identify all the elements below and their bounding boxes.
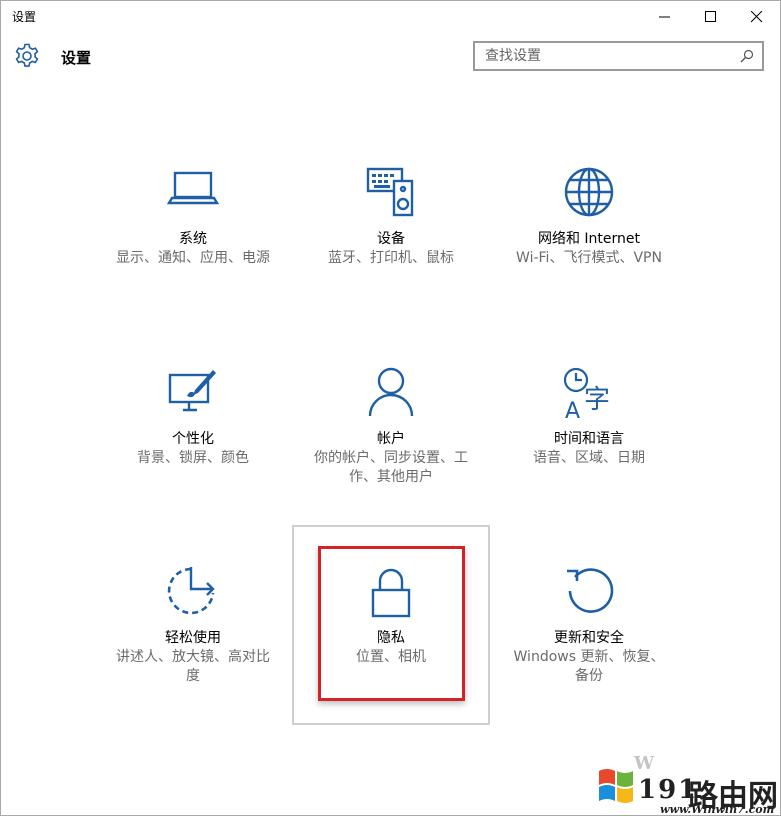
tile-description: 背景、锁屏、颜色 [137,450,249,466]
ease-of-access-icon [167,567,215,615]
window-title: 设置 [12,10,37,24]
tile-network[interactable]: 网络和 Internet Wi-Fi、飞行模式、VPN [490,128,688,326]
tile-name: 隐私 [377,630,405,646]
page-title: 设置 [61,49,92,67]
tile-name: 时间和语言 [554,431,624,447]
tile-description: 讲述人、放大镜、高对比度 [116,649,270,684]
settings-window: 设置 设置 查找设置 系统 显示、通知、应用、电源 设备 蓝牙、打印机、鼠标 网… [0,0,781,816]
svg-text:字: 字 [584,385,610,415]
refresh-icon [567,568,614,613]
close-icon [751,11,763,23]
tile-name: 轻松使用 [165,630,221,646]
settings-header: 设置 [1,33,780,89]
tile-privacy[interactable]: 隐私 位置、相机 [292,525,490,725]
minimize-icon [659,16,670,18]
title-bar: 设置 [1,1,780,33]
watermark-url: www.Winwin7.com [660,803,775,816]
tile-description: Wi-Fi、飞行模式、VPN [516,250,662,266]
maximize-icon [705,11,716,22]
tile-name: 系统 [179,231,207,247]
globe-icon [564,167,614,217]
tile-update-security[interactable]: 更新和安全 Windows 更新、恢复、备份 [490,527,688,725]
tile-description: Windows 更新、恢复、备份 [513,649,665,684]
tile-time-language[interactable]: A 字 时间和语言 语音、区域、日期 [490,328,688,526]
windows-logo-icon [599,769,633,803]
watermark-letter: W [634,753,655,774]
tile-devices[interactable]: 设备 蓝牙、打印机、鼠标 [292,128,490,326]
tile-description: 显示、通知、应用、电源 [116,250,270,266]
minimize-button[interactable] [642,1,688,33]
search-box[interactable] [473,41,764,71]
close-button[interactable] [734,1,780,33]
tile-description: 蓝牙、打印机、鼠标 [328,250,454,266]
search-icon[interactable] [740,49,754,63]
tile-description: 你的帐户、同步设置、工作、其他用户 [314,450,468,485]
tile-accounts[interactable]: 帐户 你的帐户、同步设置、工作、其他用户 [292,328,490,526]
person-icon [368,367,414,417]
tile-ease-of-access[interactable]: 轻松使用 讲述人、放大镜、高对比度 [94,527,292,725]
maximize-button[interactable] [688,1,734,33]
tile-name: 网络和 Internet [537,231,641,247]
tile-name: 更新和安全 [554,630,624,646]
personalize-icon [168,370,216,412]
time-language-icon: A 字 [563,367,610,420]
tile-name: 个性化 [172,431,214,447]
lock-icon [371,568,411,618]
laptop-icon [167,171,219,205]
search-input[interactable] [475,43,735,69]
tile-personalization[interactable]: 个性化 背景、锁屏、颜色 [94,328,292,526]
tile-name: 设备 [377,231,405,247]
tile-name: 帐户 [377,431,405,447]
devices-icon [366,167,414,217]
tile-description: 位置、相机 [356,649,426,665]
tile-description: 语音、区域、日期 [533,450,645,466]
tile-system[interactable]: 系统 显示、通知、应用、电源 [94,128,292,326]
watermark: W 191 路由网 www.Winwin7.com [596,743,780,816]
gear-icon [15,43,39,67]
svg-text:A: A [565,399,580,420]
